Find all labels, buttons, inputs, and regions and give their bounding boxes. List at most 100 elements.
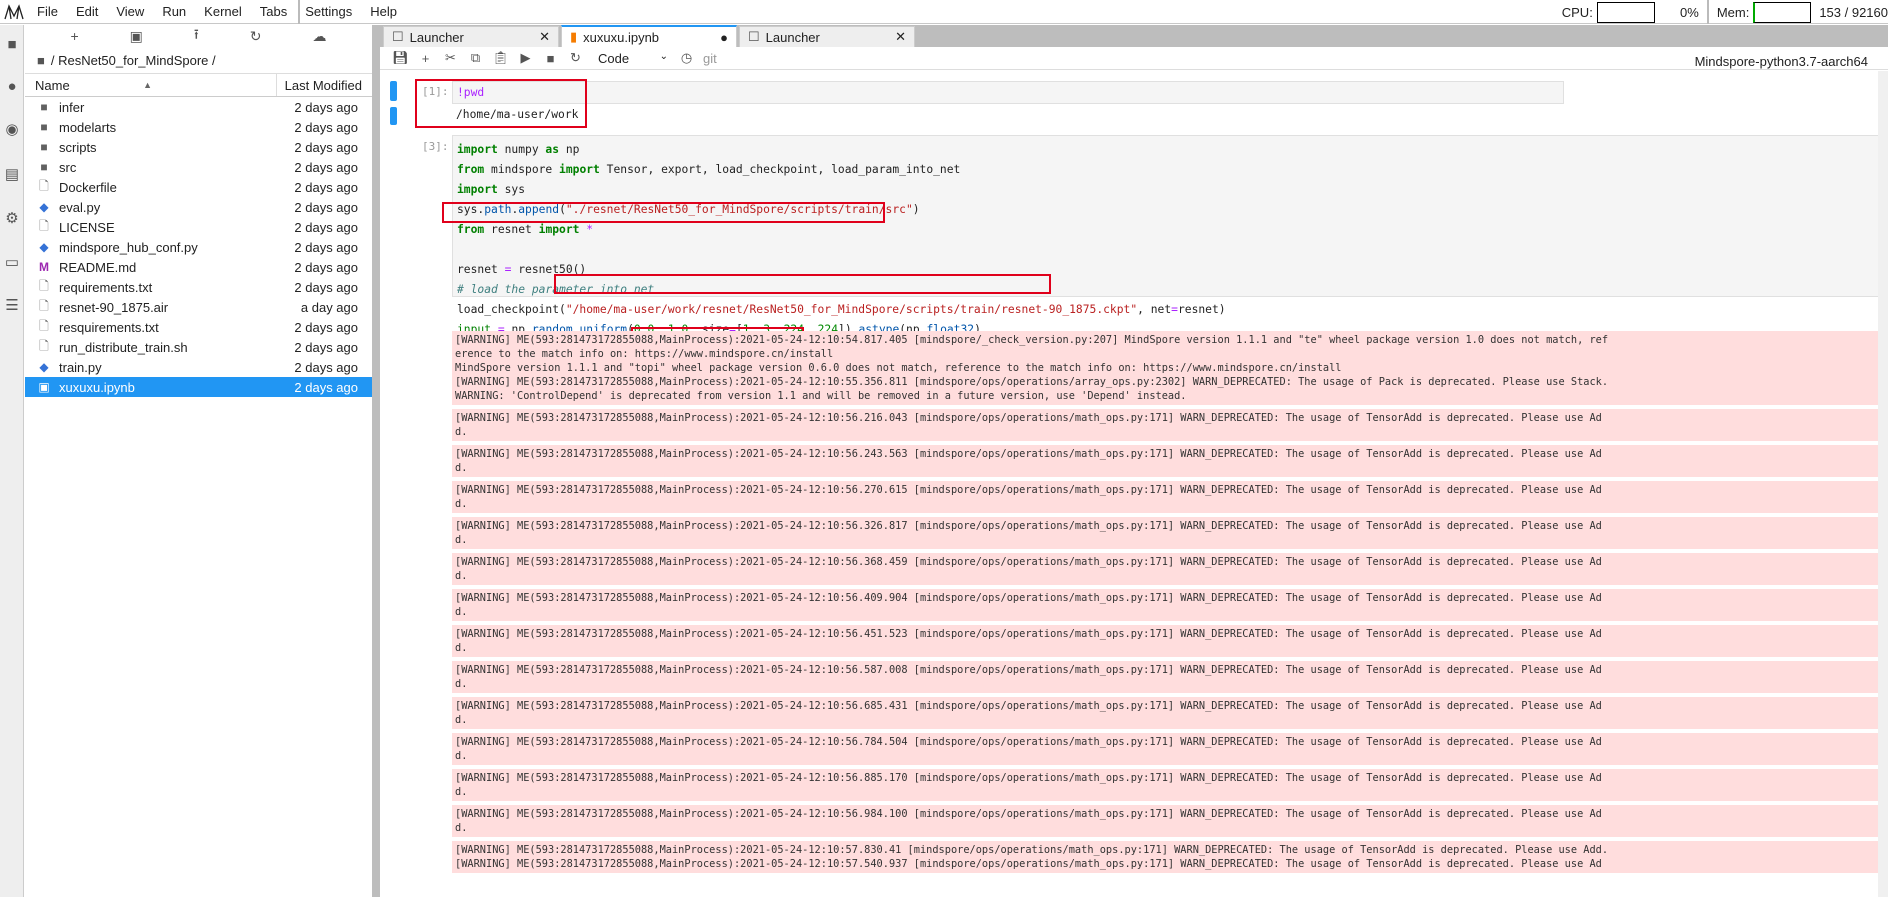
scrollbar[interactable] bbox=[1878, 71, 1888, 897]
code-token: import bbox=[457, 143, 498, 156]
cloud-upload-icon[interactable]: ☁ bbox=[312, 28, 326, 45]
stderr-line: d. bbox=[455, 678, 468, 690]
running-sessions-icon[interactable]: ◉ bbox=[4, 122, 20, 138]
file-name: modelarts bbox=[59, 119, 117, 135]
restart-icon[interactable]: ↻ bbox=[563, 50, 588, 66]
property-inspector-icon[interactable]: ▤ bbox=[4, 167, 20, 183]
menu-kernel[interactable]: Kernel bbox=[195, 4, 251, 19]
tab-launcher[interactable]: ☐ Launcher ✕ bbox=[383, 26, 559, 47]
file-item[interactable]: ■ scripts 2 days ago bbox=[25, 137, 372, 157]
git-button[interactable]: git bbox=[703, 51, 717, 66]
code-token: sys bbox=[497, 183, 526, 196]
stderr-block: [WARNING] ME(593:281473172855088,MainPro… bbox=[452, 769, 1888, 801]
kernel-name[interactable]: Mindspore-python3.7-aarch64 bbox=[1695, 54, 1868, 69]
stderr-block: [WARNING] ME(593:281473172855088,MainPro… bbox=[452, 331, 1888, 405]
cell-input[interactable]: !pwd bbox=[452, 81, 1564, 104]
output-collapser[interactable] bbox=[390, 107, 397, 125]
file-item[interactable]: 🗋 requirements.txt 2 days ago bbox=[25, 277, 372, 297]
code-token: import bbox=[559, 163, 600, 176]
file-item[interactable]: 🗋 Dockerfile 2 days ago bbox=[25, 177, 372, 197]
code-token: from bbox=[457, 223, 485, 236]
code-line: import sys bbox=[457, 180, 1883, 200]
tab-xuxuxu-ipynb[interactable]: ▮ xuxuxu.ipynb ● bbox=[561, 25, 737, 47]
menu-settings[interactable]: Settings bbox=[296, 4, 361, 19]
git-icon[interactable]: ● bbox=[4, 79, 20, 95]
code-token: = bbox=[1171, 303, 1178, 316]
menu-run[interactable]: Run bbox=[153, 4, 195, 19]
run-icon[interactable]: ▶ bbox=[513, 50, 538, 66]
code-token: mindspore bbox=[484, 163, 560, 176]
file-item[interactable]: ■ infer 2 days ago bbox=[25, 97, 372, 117]
insert-cell-icon[interactable]: + bbox=[413, 51, 438, 66]
menu-edit[interactable]: Edit bbox=[67, 4, 107, 19]
stderr-line: erence to the match info on: https://www… bbox=[455, 348, 834, 360]
file-item[interactable]: ■ modelarts 2 days ago bbox=[25, 117, 372, 137]
menu-tabs[interactable]: Tabs bbox=[251, 4, 296, 19]
folder-icon[interactable]: ■ bbox=[37, 53, 45, 68]
file-name: run_distribute_train.sh bbox=[59, 339, 188, 355]
file-item[interactable]: 🗋 LICENSE 2 days ago bbox=[25, 217, 372, 237]
file-item[interactable]: 🗋 resquirements.txt 2 days ago bbox=[25, 317, 372, 337]
code-token: numpy bbox=[497, 143, 546, 156]
cell-collapser[interactable] bbox=[390, 81, 397, 101]
file-item[interactable]: M README.md 2 days ago bbox=[25, 257, 372, 277]
file-name: scripts bbox=[59, 139, 97, 155]
cell-type-select[interactable]: Code ⌄ bbox=[598, 51, 668, 66]
stderr-line: [WARNING] ME(593:281473172855088,MainPro… bbox=[455, 808, 1602, 820]
column-last-modified[interactable]: Last Modified bbox=[277, 78, 372, 93]
clock-icon[interactable]: ◷ bbox=[674, 50, 699, 66]
stderr-line: [WARNING] ME(593:281473172855088,MainPro… bbox=[455, 412, 1602, 424]
stderr-line: d. bbox=[455, 822, 468, 834]
refresh-icon[interactable]: ↻ bbox=[250, 28, 262, 45]
stderr-line: [WARNING] ME(593:281473172855088,MainPro… bbox=[455, 736, 1602, 748]
notebook-icon: ▣ bbox=[38, 380, 50, 394]
file-list-header: Name ▲ Last Modified bbox=[25, 73, 372, 97]
code-token: import bbox=[457, 183, 498, 196]
menu-help[interactable]: Help bbox=[361, 4, 406, 19]
tab-launcher[interactable]: ☐ Launcher ✕ bbox=[739, 26, 915, 47]
breadcrumb: ■ / ResNet50_for_MindSpore / bbox=[25, 47, 372, 73]
notebook-panel: [1]: !pwd /home/ma-user/work [3]: import… bbox=[380, 71, 1888, 897]
code-token: , net bbox=[1137, 303, 1172, 316]
tabs-icon[interactable]: ▭ bbox=[4, 255, 20, 271]
close-icon[interactable]: ✕ bbox=[895, 29, 906, 45]
folder-icon[interactable]: ■ bbox=[4, 37, 20, 53]
column-name[interactable]: Name ▲ bbox=[25, 74, 277, 96]
stop-icon[interactable]: ■ bbox=[538, 51, 563, 66]
unsaved-dot-icon[interactable]: ● bbox=[720, 30, 728, 45]
file-icon: 🗋 bbox=[39, 218, 49, 233]
folder-icon: ■ bbox=[40, 160, 48, 174]
file-item[interactable]: ◆ train.py 2 days ago bbox=[25, 357, 372, 377]
breadcrumb-path[interactable]: / ResNet50_for_MindSpore / bbox=[51, 53, 216, 68]
gears-icon[interactable]: ⚙ bbox=[4, 211, 20, 227]
code-line: from resnet import * bbox=[457, 220, 1883, 240]
highlight-box bbox=[442, 202, 885, 223]
table-of-contents-icon[interactable]: ☰ bbox=[4, 298, 20, 314]
cut-icon[interactable]: ✂ bbox=[438, 50, 463, 66]
file-name: train.py bbox=[59, 359, 102, 375]
file-item[interactable]: ◆ mindspore_hub_conf.py 2 days ago bbox=[25, 237, 372, 257]
new-launcher-icon[interactable]: + bbox=[70, 28, 78, 44]
menu-file[interactable]: File bbox=[28, 4, 67, 19]
file-item[interactable]: ▣ xuxuxu.ipynb 2 days ago bbox=[25, 377, 372, 397]
panel-splitter[interactable] bbox=[372, 25, 380, 897]
menu-view[interactable]: View bbox=[107, 4, 153, 19]
file-item[interactable]: 🗋 run_distribute_train.sh 2 days ago bbox=[25, 337, 372, 357]
close-icon[interactable]: ✕ bbox=[539, 29, 550, 45]
file-item[interactable]: ◆ eval.py 2 days ago bbox=[25, 197, 372, 217]
file-item[interactable]: 🗋 resnet-90_1875.air a day ago bbox=[25, 297, 372, 317]
code-token: np bbox=[559, 143, 580, 156]
cpu-meter bbox=[1596, 1, 1655, 23]
copy-icon[interactable]: ⧉ bbox=[463, 50, 488, 66]
file-item[interactable]: ■ src 2 days ago bbox=[25, 157, 372, 177]
stderr-line: [WARNING] ME(593:281473172855088,MainPro… bbox=[455, 664, 1602, 676]
stderr-block: [WARNING] ME(593:281473172855088,MainPro… bbox=[452, 409, 1888, 441]
python-file-icon: ◆ bbox=[39, 200, 49, 214]
highlight-box bbox=[554, 274, 1051, 294]
tab-label: xuxuxu.ipynb bbox=[583, 29, 660, 45]
save-icon[interactable]: 💾︎ bbox=[388, 50, 413, 66]
new-folder-icon[interactable]: ▣ bbox=[130, 28, 143, 45]
chevron-down-icon: ⌄ bbox=[659, 50, 668, 62]
paste-icon[interactable]: 📋︎ bbox=[488, 50, 513, 66]
upload-icon[interactable]: ⭱ bbox=[194, 24, 199, 48]
